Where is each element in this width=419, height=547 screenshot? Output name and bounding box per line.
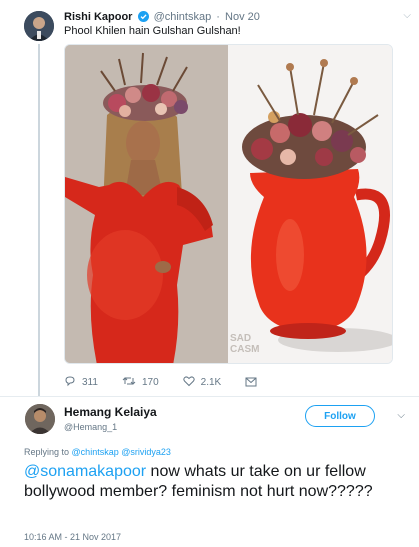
tweet-text: Phool Khilen hain Gulshan Gulshan! [64, 25, 241, 37]
heart-icon [182, 375, 195, 390]
replying-to: Replying to @chintskap @srividya23 [24, 447, 171, 457]
avatar[interactable] [25, 404, 55, 434]
replying-to-label: Replying to [24, 447, 70, 457]
original-tweet: Rishi Kapoor @chintskap · Nov 20 ⌵ Phool… [0, 0, 419, 398]
tweet-text: @sonamakapoor now whats ur take on ur fe… [24, 462, 404, 502]
tweet-date[interactable]: Nov 20 [225, 11, 260, 23]
photo-red-jug-flowers[interactable]: SAD CASM [228, 45, 392, 363]
author-name[interactable]: Hemang Kelaiya [64, 405, 157, 419]
like-button[interactable]: 2.1K [182, 375, 222, 390]
direct-message-button[interactable] [245, 376, 263, 390]
tweet-timestamp[interactable]: 10:16 AM - 21 Nov 2017 [24, 532, 121, 542]
retweet-count: 170 [141, 377, 159, 388]
verified-badge-icon [137, 11, 149, 26]
tweet-actions: 311 170 2.1K [64, 375, 287, 390]
author-name[interactable]: Rishi Kapoor [64, 11, 132, 23]
author-handle[interactable]: @Hemang_1 [64, 422, 117, 432]
retweet-icon [122, 375, 136, 390]
envelope-icon [245, 376, 257, 390]
thread-line [38, 44, 40, 396]
reply-count: 311 [82, 377, 98, 388]
divider [0, 396, 419, 397]
avatar[interactable] [24, 11, 54, 41]
follow-button[interactable]: Follow [305, 405, 375, 427]
author-handle[interactable]: @chintskap [154, 11, 212, 23]
reply-button[interactable]: 311 [64, 375, 98, 390]
watermark-logo: SAD [230, 333, 251, 344]
tweet-header: Rishi Kapoor @chintskap · Nov 20 [64, 10, 260, 26]
mention-link[interactable]: @srividya23 [121, 447, 171, 457]
tweet-media[interactable]: SAD CASM [64, 44, 393, 364]
chevron-down-icon[interactable]: ⌵ [397, 410, 405, 421]
mention-link[interactable]: @chintskap [72, 447, 119, 457]
chevron-down-icon[interactable]: ⌵ [403, 10, 411, 21]
like-count: 2.1K [200, 377, 222, 388]
photo-woman-red-dress[interactable] [65, 45, 228, 363]
svg-text:CASM: CASM [230, 344, 259, 355]
separator-dot: · [216, 11, 220, 23]
reply-icon [64, 375, 76, 390]
retweet-button[interactable]: 170 [122, 375, 159, 390]
mention-link[interactable]: @sonamakapoor [24, 463, 146, 480]
